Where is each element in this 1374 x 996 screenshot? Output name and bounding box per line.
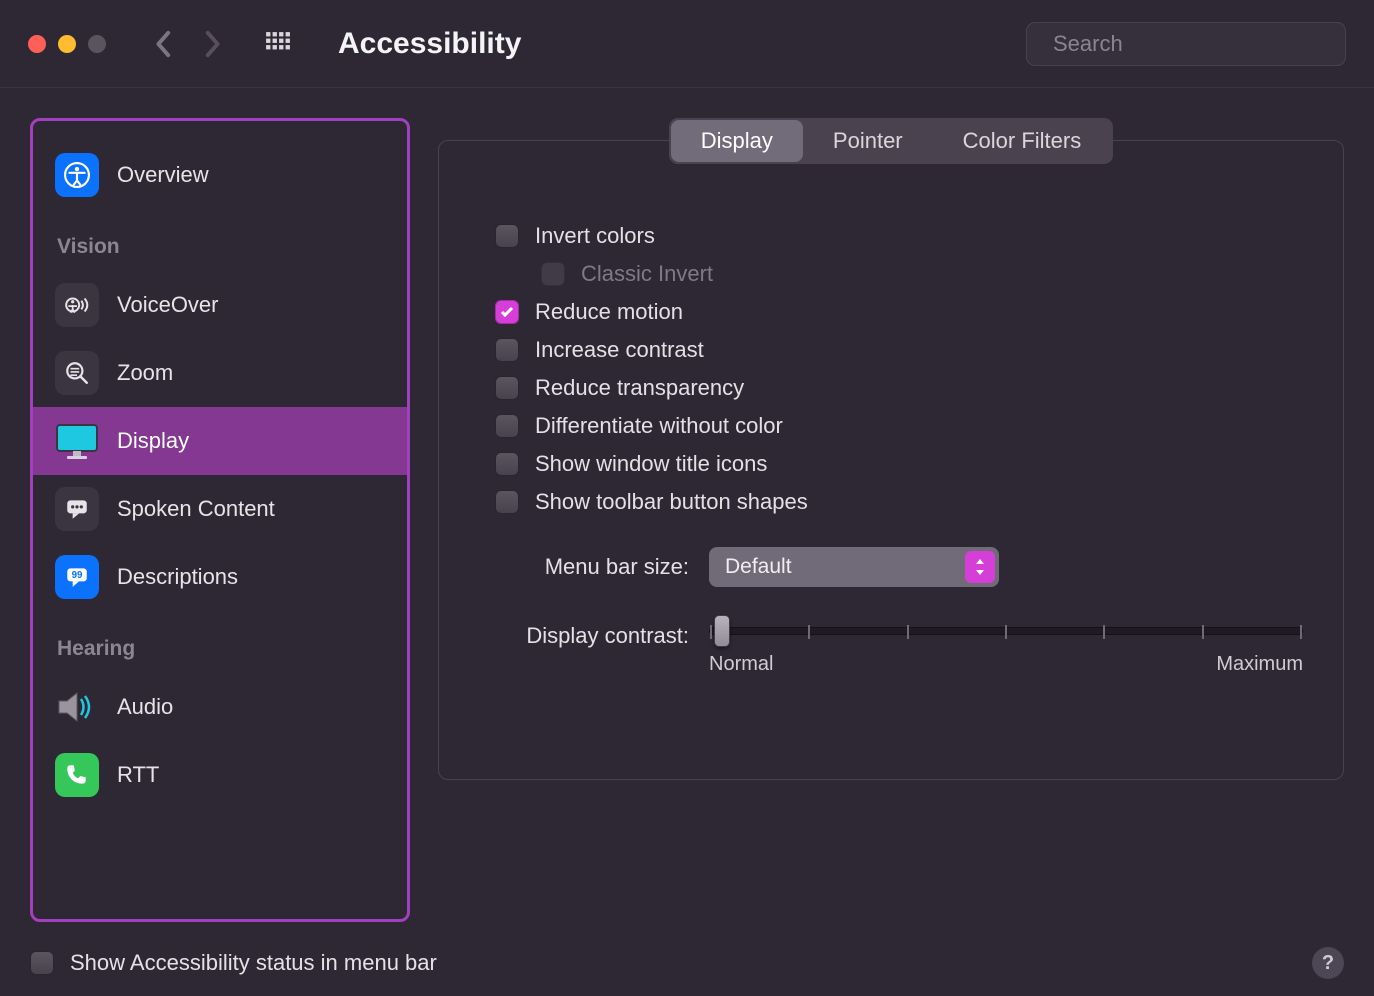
menu-bar-size-select[interactable]: Default [709, 547, 999, 587]
slider-max-label: Maximum [1216, 653, 1303, 676]
checkbox-label: Reduce transparency [535, 375, 744, 401]
checkbox-reduce-motion[interactable] [495, 300, 519, 324]
main-panel: Display Pointer Color Filters Invert col… [438, 118, 1344, 922]
toolbar: Accessibility [0, 0, 1374, 88]
checkbox-differentiate[interactable] [495, 414, 519, 438]
checkbox-row-reduce-transparency[interactable]: Reduce transparency [489, 375, 1303, 401]
sidebar-item-voiceover[interactable]: VoiceOver [33, 271, 407, 339]
audio-icon [55, 685, 99, 729]
settings-panel: Invert colors Classic Invert Reduce moti… [438, 140, 1344, 780]
checkbox-row-toolbar-button-shapes[interactable]: Show toolbar button shapes [489, 489, 1303, 515]
checkbox-invert-colors[interactable] [495, 224, 519, 248]
help-icon: ? [1322, 952, 1334, 975]
sidebar-item-overview[interactable]: Overview [33, 141, 407, 209]
checkbox-row-differentiate[interactable]: Differentiate without color [489, 413, 1303, 439]
sidebar-heading-hearing: Hearing [33, 611, 407, 673]
tab-pointer[interactable]: Pointer [803, 120, 933, 162]
menu-bar-size-label: Menu bar size: [489, 554, 689, 580]
sidebar-item-display[interactable]: Display [33, 407, 407, 475]
display-contrast-slider[interactable] [709, 627, 1303, 635]
checkbox-row-reduce-motion[interactable]: Reduce motion [489, 299, 1303, 325]
sidebar-item-rtt[interactable]: RTT [33, 741, 407, 809]
window-title: Accessibility [338, 27, 1014, 61]
sidebar-item-label: Overview [117, 162, 209, 188]
checkbox-label: Classic Invert [581, 261, 713, 287]
chevron-left-icon [155, 30, 173, 58]
chevron-right-icon [203, 30, 221, 58]
chevron-down-icon [975, 568, 985, 576]
select-value: Default [725, 555, 792, 579]
sidebar-item-label: RTT [117, 762, 159, 788]
checkbox-reduce-transparency[interactable] [495, 376, 519, 400]
tab-display[interactable]: Display [671, 120, 803, 162]
checkbox-label: Invert colors [535, 223, 655, 249]
checkbox-row-window-title-icons[interactable]: Show window title icons [489, 451, 1303, 477]
speech-icon [55, 487, 99, 531]
display-contrast-label: Display contrast: [489, 621, 689, 649]
slider-min-label: Normal [709, 653, 773, 676]
forward-button[interactable] [194, 26, 230, 62]
footer-label: Show Accessibility status in menu bar [70, 950, 437, 976]
sidebar-item-zoom[interactable]: Zoom [33, 339, 407, 407]
sidebar-item-spoken-content[interactable]: Spoken Content [33, 475, 407, 543]
svg-text:99: 99 [72, 570, 83, 581]
display-icon [55, 419, 99, 463]
window-controls [28, 35, 106, 53]
tab-bar: Display Pointer Color Filters [669, 118, 1113, 164]
display-contrast-row: Display contrast: Normal Maximum [489, 621, 1303, 676]
checkbox-increase-contrast[interactable] [495, 338, 519, 362]
sidebar-item-audio[interactable]: Audio [33, 673, 407, 741]
sidebar-item-descriptions[interactable]: 99 Descriptions [33, 543, 407, 611]
sidebar-heading-vision: Vision [33, 209, 407, 271]
footer: Show Accessibility status in menu bar ? [0, 930, 1374, 996]
descriptions-icon: 99 [55, 555, 99, 599]
checkbox-label: Differentiate without color [535, 413, 783, 439]
menu-bar-size-row: Menu bar size: Default [489, 547, 1303, 587]
checkbox-label: Show toolbar button shapes [535, 489, 808, 515]
sidebar: Overview Vision VoiceOver Zoom Displa [30, 118, 410, 922]
checkbox-label: Reduce motion [535, 299, 683, 325]
tab-color-filters[interactable]: Color Filters [933, 120, 1112, 162]
fullscreen-button[interactable] [88, 35, 106, 53]
show-all-button[interactable] [260, 26, 296, 62]
checkbox-label: Show window title icons [535, 451, 767, 477]
minimize-button[interactable] [58, 35, 76, 53]
help-button[interactable]: ? [1312, 947, 1344, 979]
checkmark-icon [499, 304, 515, 320]
sidebar-item-label: Spoken Content [117, 496, 275, 522]
select-stepper[interactable] [965, 551, 995, 583]
checkbox-label: Increase contrast [535, 337, 704, 363]
search-input[interactable] [1053, 31, 1341, 57]
sidebar-item-label: Display [117, 428, 189, 454]
chevron-up-icon [975, 558, 985, 566]
slider-ticks [710, 628, 1302, 634]
zoom-icon [55, 351, 99, 395]
checkbox-toolbar-button-shapes[interactable] [495, 490, 519, 514]
close-button[interactable] [28, 35, 46, 53]
checkbox-row-classic-invert: Classic Invert [489, 261, 1303, 287]
checkbox-window-title-icons[interactable] [495, 452, 519, 476]
sidebar-item-label: Zoom [117, 360, 173, 386]
checkbox-classic-invert [541, 262, 565, 286]
rtt-icon [55, 753, 99, 797]
checkbox-row-increase-contrast[interactable]: Increase contrast [489, 337, 1303, 363]
accessibility-icon [55, 153, 99, 197]
sidebar-item-label: VoiceOver [117, 292, 219, 318]
slider-thumb[interactable] [714, 615, 730, 647]
grid-icon [265, 31, 291, 57]
sidebar-item-label: Audio [117, 694, 173, 720]
back-button[interactable] [146, 26, 182, 62]
voiceover-icon [55, 283, 99, 327]
checkbox-row-invert-colors[interactable]: Invert colors [489, 223, 1303, 249]
checkbox-accessibility-status[interactable] [30, 951, 54, 975]
sidebar-item-label: Descriptions [117, 564, 238, 590]
search-field[interactable] [1026, 22, 1346, 66]
